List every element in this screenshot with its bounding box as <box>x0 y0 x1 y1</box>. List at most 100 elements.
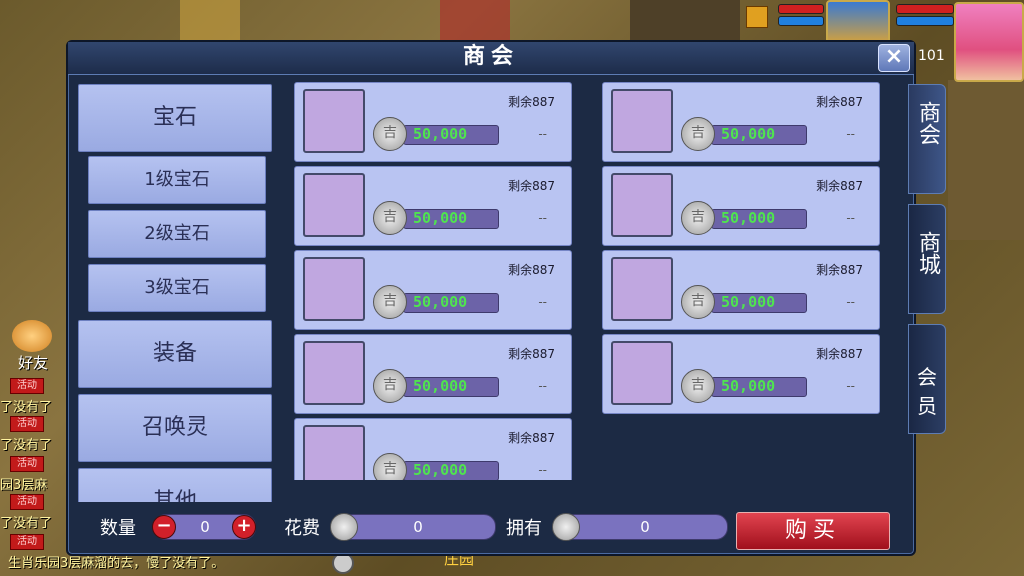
activity-tag: 活动 <box>10 494 44 510</box>
scenery-wall <box>948 80 1024 240</box>
friends-icon[interactable] <box>12 320 52 352</box>
plus-button[interactable]: + <box>232 515 256 539</box>
item-placeholder: -- <box>538 295 547 309</box>
tab-vip[interactable]: 会员 <box>908 324 946 434</box>
tab-mall-label: 商城 <box>915 231 940 275</box>
item-placeholder: -- <box>538 127 547 141</box>
item-price: 50,000 <box>413 377 468 395</box>
item-remaining: 剩余887 <box>816 347 863 361</box>
category-other[interactable]: 其他 <box>78 468 272 502</box>
chat-line[interactable]: 了没有了 <box>0 434 52 453</box>
item-remaining: 剩余887 <box>508 95 555 109</box>
item-remaining: 剩余887 <box>508 179 555 193</box>
goods-item[interactable]: 吉 50,000 剩余887 -- <box>602 166 880 246</box>
item-slot[interactable] <box>303 257 365 321</box>
activity-tag: 活动 <box>10 416 44 432</box>
item-price: 50,000 <box>413 461 468 479</box>
item-remaining: 剩余887 <box>508 263 555 277</box>
silver-coin-icon <box>552 513 580 541</box>
owned-field: 0 <box>562 514 728 540</box>
goods-item[interactable]: 吉 50,000 剩余887 -- <box>294 166 572 246</box>
pet-mp-bar <box>778 16 824 26</box>
item-slot[interactable] <box>611 89 673 153</box>
item-slot[interactable] <box>303 341 365 405</box>
item-price: 50,000 <box>413 293 468 311</box>
goods-item[interactable]: 吉 50,000 剩余887 -- <box>602 82 880 162</box>
goods-item[interactable]: 吉 50,000 剩余887 -- <box>294 250 572 330</box>
category-gem-lv1[interactable]: 1级宝石 <box>88 156 266 204</box>
chamber-of-commerce-panel: 商会 × 宝石 1级宝石 2级宝石 3级宝石 装备 召唤灵 其他 吉 50,000… <box>66 40 916 556</box>
activity-tag: 活动 <box>10 378 44 394</box>
silver-coin-icon: 吉 <box>681 201 715 235</box>
item-price: 50,000 <box>721 293 776 311</box>
tab-mall[interactable]: 商城 <box>908 204 946 314</box>
goods-grid[interactable]: 吉 50,000 剩余887 -- 吉 50,000 剩余887 -- 吉 50,000 剩余887… <box>294 82 884 480</box>
item-price: 50,000 <box>721 209 776 227</box>
category-list[interactable]: 宝石 1级宝石 2级宝石 3级宝石 装备 召唤灵 其他 <box>78 82 272 502</box>
chat-line[interactable]: 了没有了 <box>0 396 52 415</box>
item-slot[interactable] <box>303 89 365 153</box>
item-remaining: 剩余887 <box>816 179 863 193</box>
item-price: 50,000 <box>721 125 776 143</box>
tab-vip-label: 会员 <box>917 365 937 418</box>
item-slot[interactable] <box>303 425 365 480</box>
chat-line[interactable]: 园3层麻 <box>0 474 47 493</box>
player-mp-bar <box>896 16 954 26</box>
item-remaining: 剩余887 <box>816 95 863 109</box>
tab-commerce-label: 商会 <box>915 101 940 145</box>
item-slot[interactable] <box>611 173 673 237</box>
goods-item[interactable]: 吉 50,000 剩余887 -- <box>294 334 572 414</box>
owned-label: 拥有 <box>506 518 542 539</box>
item-slot[interactable] <box>303 173 365 237</box>
category-gem[interactable]: 宝石 <box>78 84 272 152</box>
quantity-label: 数量 <box>100 518 136 539</box>
goods-item[interactable]: 吉 50,000 剩余887 -- <box>602 334 880 414</box>
silver-coin-icon: 吉 <box>373 117 407 151</box>
scenery-building <box>440 0 510 40</box>
category-gem-lv3[interactable]: 3级宝石 <box>88 264 266 312</box>
player-hp-bar <box>896 4 954 14</box>
goods-item[interactable]: 吉 50,000 剩余887 -- <box>294 82 572 162</box>
category-equipment[interactable]: 装备 <box>78 320 272 388</box>
category-gem-lv2[interactable]: 2级宝石 <box>88 210 266 258</box>
panel-titlebar: 商会 × <box>68 42 914 75</box>
item-placeholder: -- <box>538 463 547 477</box>
item-price: 50,000 <box>413 125 468 143</box>
silver-coin-icon: 吉 <box>373 453 407 480</box>
item-slot[interactable] <box>611 341 673 405</box>
item-remaining: 剩余887 <box>816 263 863 277</box>
buff-icon[interactable] <box>746 6 768 28</box>
item-placeholder: -- <box>846 295 855 309</box>
activity-tag: 活动 <box>10 456 44 472</box>
scenery-building <box>630 0 740 40</box>
close-icon[interactable]: × <box>878 44 910 72</box>
item-placeholder: -- <box>846 379 855 393</box>
chat-line[interactable]: 了没有了 <box>0 512 52 531</box>
cost-field: 0 <box>340 514 496 540</box>
item-placeholder: -- <box>846 127 855 141</box>
item-placeholder: -- <box>538 379 547 393</box>
category-summon[interactable]: 召唤灵 <box>78 394 272 462</box>
scenery-building <box>180 0 240 40</box>
minus-button[interactable]: − <box>152 515 176 539</box>
tab-commerce[interactable]: 商会 <box>908 84 946 194</box>
goods-item[interactable]: 吉 50,000 剩余887 -- <box>294 418 572 480</box>
player-level: 101 <box>918 48 945 64</box>
pet-avatar[interactable] <box>826 0 890 44</box>
friends-label[interactable]: 好友 <box>18 352 48 373</box>
item-slot[interactable] <box>611 257 673 321</box>
item-remaining: 剩余887 <box>508 431 555 445</box>
silver-coin-icon <box>330 513 358 541</box>
cost-label: 花费 <box>284 518 320 539</box>
pet-hp-bar <box>778 4 824 14</box>
silver-coin-icon: 吉 <box>373 285 407 319</box>
panel-title: 商会 <box>462 44 519 69</box>
silver-coin-icon: 吉 <box>681 117 715 151</box>
silver-coin-icon: 吉 <box>681 369 715 403</box>
buy-button[interactable]: 购买 <box>736 512 890 550</box>
purchase-bar: 数量 0 − + 花费 0 拥有 0 购买 <box>68 504 914 552</box>
player-avatar[interactable] <box>954 2 1024 82</box>
item-remaining: 剩余887 <box>508 347 555 361</box>
silver-coin-icon: 吉 <box>681 285 715 319</box>
goods-item[interactable]: 吉 50,000 剩余887 -- <box>602 250 880 330</box>
